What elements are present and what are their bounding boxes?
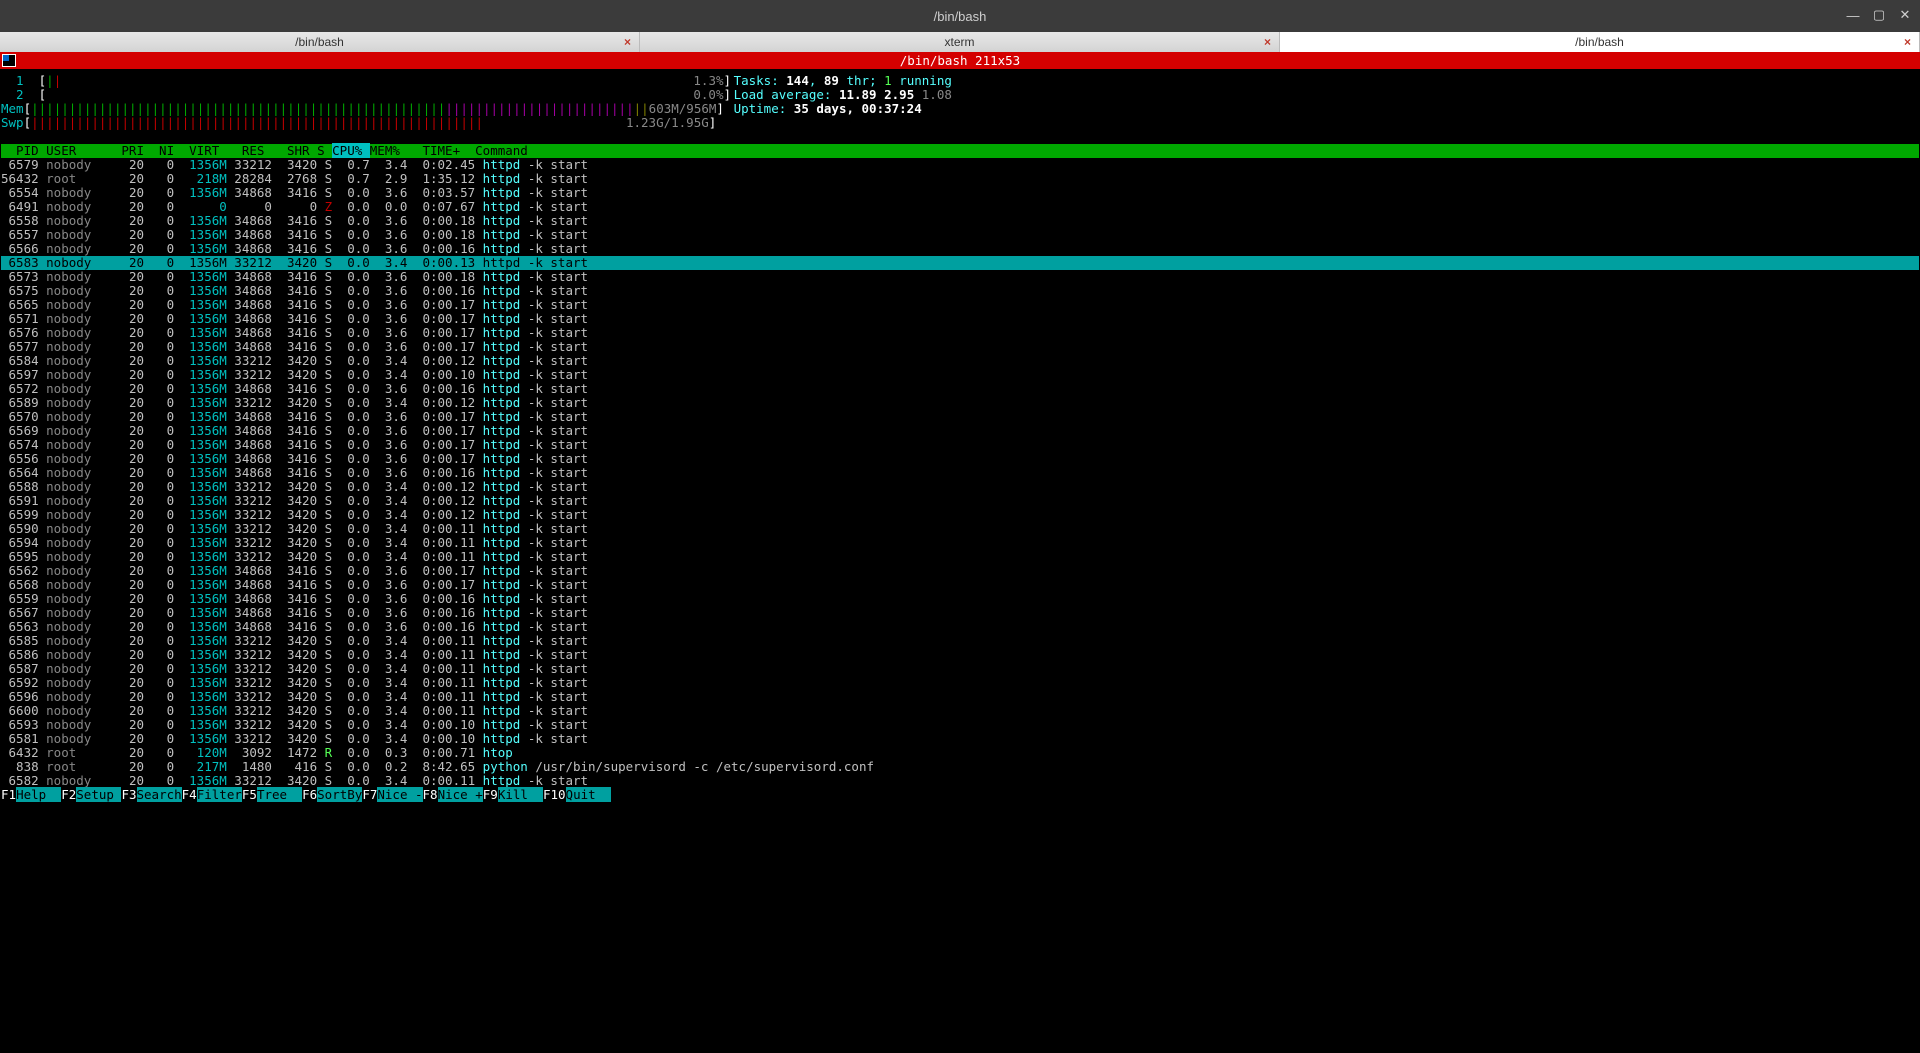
terminator-statusbar: /bin/bash 211x53 — [0, 52, 1920, 69]
tab-close-icon[interactable]: × — [1904, 35, 1911, 49]
process-row[interactable]: 6584 nobody 20 0 1356M 33212 3420 S 0.0 … — [1, 354, 1919, 368]
tab-1[interactable]: xterm × — [640, 32, 1280, 52]
process-row[interactable]: 6590 nobody 20 0 1356M 33212 3420 S 0.0 … — [1, 522, 1919, 536]
process-row[interactable]: 6432 root 20 0 120M 3092 1472 R 0.0 0.3 … — [1, 746, 1919, 760]
process-row[interactable]: 6563 nobody 20 0 1356M 34868 3416 S 0.0 … — [1, 620, 1919, 634]
tab-label: xterm — [945, 35, 975, 49]
process-row[interactable]: 6559 nobody 20 0 1356M 34868 3416 S 0.0 … — [1, 592, 1919, 606]
process-row[interactable]: 6595 nobody 20 0 1356M 33212 3420 S 0.0 … — [1, 550, 1919, 564]
process-row[interactable]: 6564 nobody 20 0 1356M 34868 3416 S 0.0 … — [1, 466, 1919, 480]
process-row[interactable]: 6596 nobody 20 0 1356M 33212 3420 S 0.0 … — [1, 690, 1919, 704]
process-row[interactable]: 6565 nobody 20 0 1356M 34868 3416 S 0.0 … — [1, 298, 1919, 312]
process-row[interactable]: 6597 nobody 20 0 1356M 33212 3420 S 0.0 … — [1, 368, 1919, 382]
process-row[interactable]: 6572 nobody 20 0 1356M 34868 3416 S 0.0 … — [1, 382, 1919, 396]
process-row[interactable]: 6570 nobody 20 0 1356M 34868 3416 S 0.0 … — [1, 410, 1919, 424]
process-row[interactable]: 6600 nobody 20 0 1356M 33212 3420 S 0.0 … — [1, 704, 1919, 718]
process-header-row[interactable]: PID USER PRI NI VIRT RES SHR S CPU% MEM%… — [1, 144, 1919, 158]
tab-close-icon[interactable]: × — [624, 35, 631, 49]
process-row[interactable]: 6491 nobody 20 0 0 0 0 Z 0.0 0.0 0:07.67… — [1, 200, 1919, 214]
process-row[interactable]: 6588 nobody 20 0 1356M 33212 3420 S 0.0 … — [1, 480, 1919, 494]
process-row[interactable]: 6575 nobody 20 0 1356M 34868 3416 S 0.0 … — [1, 284, 1919, 298]
process-row[interactable]: 6573 nobody 20 0 1356M 34868 3416 S 0.0 … — [1, 270, 1919, 284]
tab-0[interactable]: /bin/bash × — [0, 32, 640, 52]
tab-bar: /bin/bash × xterm × /bin/bash × — [0, 32, 1920, 52]
process-row[interactable]: 6593 nobody 20 0 1356M 33212 3420 S 0.0 … — [1, 718, 1919, 732]
tab-close-icon[interactable]: × — [1264, 35, 1271, 49]
terminal-output[interactable]: 1 [|| 1.3%] Tasks: 144, 89 thr; 1 runnin… — [0, 69, 1920, 802]
tab-label: /bin/bash — [1575, 35, 1624, 49]
process-row[interactable]: 6556 nobody 20 0 1356M 34868 3416 S 0.0 … — [1, 452, 1919, 466]
process-row[interactable]: 838 root 20 0 217M 1480 416 S 0.0 0.2 8:… — [1, 760, 1919, 774]
process-row[interactable]: 6566 nobody 20 0 1356M 34868 3416 S 0.0 … — [1, 242, 1919, 256]
process-row[interactable]: 6577 nobody 20 0 1356M 34868 3416 S 0.0 … — [1, 340, 1919, 354]
process-row[interactable]: 6589 nobody 20 0 1356M 33212 3420 S 0.0 … — [1, 396, 1919, 410]
process-row[interactable]: 6574 nobody 20 0 1356M 34868 3416 S 0.0 … — [1, 438, 1919, 452]
process-row[interactable]: 6599 nobody 20 0 1356M 33212 3420 S 0.0 … — [1, 508, 1919, 522]
process-row[interactable]: 6582 nobody 20 0 1356M 33212 3420 S 0.0 … — [1, 774, 1919, 788]
process-row[interactable]: 6587 nobody 20 0 1356M 33212 3420 S 0.0 … — [1, 662, 1919, 676]
process-row[interactable]: 6581 nobody 20 0 1356M 33212 3420 S 0.0 … — [1, 732, 1919, 746]
process-row[interactable]: 6591 nobody 20 0 1356M 33212 3420 S 0.0 … — [1, 494, 1919, 508]
close-button[interactable]: ✕ — [1896, 6, 1914, 24]
tab-label: /bin/bash — [295, 35, 344, 49]
status-text: /bin/bash 211x53 — [900, 53, 1020, 68]
process-row[interactable]: 6583 nobody 20 0 1356M 33212 3420 S 0.0 … — [1, 256, 1919, 270]
process-row[interactable]: 6562 nobody 20 0 1356M 34868 3416 S 0.0 … — [1, 564, 1919, 578]
maximize-button[interactable]: ▢ — [1870, 6, 1888, 24]
process-row[interactable]: 56432 root 20 0 218M 28284 2768 S 0.7 2.… — [1, 172, 1919, 186]
process-row[interactable]: 6585 nobody 20 0 1356M 33212 3420 S 0.0 … — [1, 634, 1919, 648]
process-row[interactable]: 6571 nobody 20 0 1356M 34868 3416 S 0.0 … — [1, 312, 1919, 326]
htop-footer[interactable]: F1Help F2Setup F3SearchF4FilterF5Tree F6… — [1, 788, 1919, 802]
process-row[interactable]: 6586 nobody 20 0 1356M 33212 3420 S 0.0 … — [1, 648, 1919, 662]
process-row[interactable]: 6594 nobody 20 0 1356M 33212 3420 S 0.0 … — [1, 536, 1919, 550]
process-row[interactable]: 6579 nobody 20 0 1356M 33212 3420 S 0.7 … — [1, 158, 1919, 172]
window-titlebar: /bin/bash — ▢ ✕ — [0, 0, 1920, 32]
pane-indicator-icon — [2, 54, 16, 67]
minimize-button[interactable]: — — [1844, 6, 1862, 24]
process-row[interactable]: 6557 nobody 20 0 1356M 34868 3416 S 0.0 … — [1, 228, 1919, 242]
process-row[interactable]: 6558 nobody 20 0 1356M 34868 3416 S 0.0 … — [1, 214, 1919, 228]
tab-2[interactable]: /bin/bash × — [1280, 32, 1920, 52]
process-list[interactable]: 6579 nobody 20 0 1356M 33212 3420 S 0.7 … — [1, 158, 1919, 788]
process-row[interactable]: 6554 nobody 20 0 1356M 34868 3416 S 0.0 … — [1, 186, 1919, 200]
window-title: /bin/bash — [934, 9, 987, 24]
process-row[interactable]: 6568 nobody 20 0 1356M 34868 3416 S 0.0 … — [1, 578, 1919, 592]
process-row[interactable]: 6592 nobody 20 0 1356M 33212 3420 S 0.0 … — [1, 676, 1919, 690]
process-row[interactable]: 6569 nobody 20 0 1356M 34868 3416 S 0.0 … — [1, 424, 1919, 438]
process-row[interactable]: 6576 nobody 20 0 1356M 34868 3416 S 0.0 … — [1, 326, 1919, 340]
process-row[interactable]: 6567 nobody 20 0 1356M 34868 3416 S 0.0 … — [1, 606, 1919, 620]
